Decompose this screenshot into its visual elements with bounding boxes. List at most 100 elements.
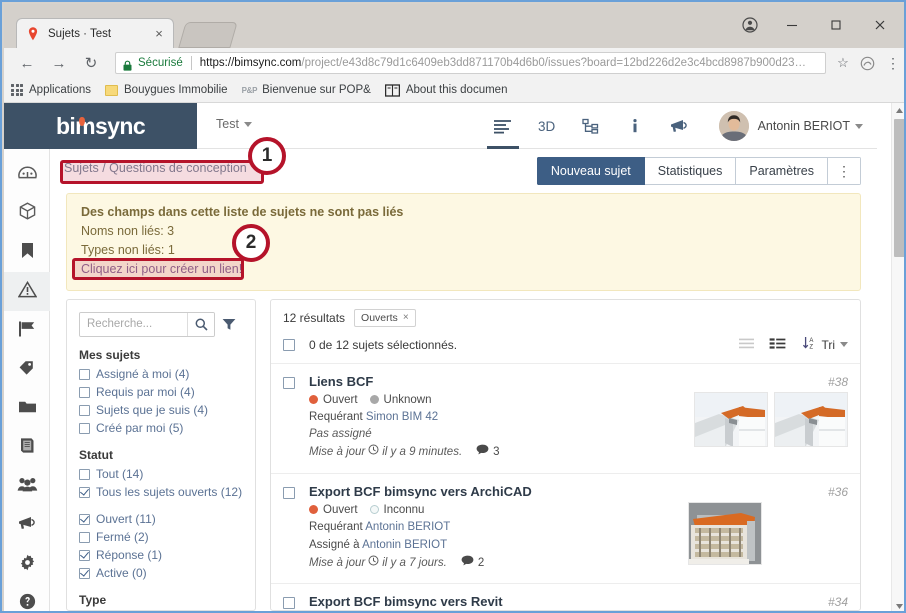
issue-title[interactable]: Export BCF bimsync vers ArchiCAD	[309, 484, 688, 499]
requester-name[interactable]: Antonin BERIOT	[365, 521, 450, 533]
url-domain: https://bimsync.com	[199, 57, 302, 69]
sidebar-item-models[interactable]	[4, 194, 50, 233]
checkbox[interactable]	[79, 531, 90, 543]
sidebar-item-documents[interactable]	[4, 389, 50, 428]
tab-info[interactable]	[613, 103, 657, 149]
sidebar-item-settings[interactable]	[4, 545, 50, 584]
bookmark-applications[interactable]: Applications	[4, 78, 98, 102]
sidebar-item-news[interactable]	[4, 506, 50, 545]
checkbox[interactable]	[79, 549, 90, 561]
checkbox[interactable]	[79, 513, 90, 525]
filter-ferme[interactable]: Fermé (2)	[79, 529, 243, 546]
tab-announcements[interactable]	[657, 103, 701, 149]
thumbnail[interactable]	[688, 501, 762, 565]
sidebar-item-flags[interactable]	[4, 311, 50, 350]
tab-3d-viewer[interactable]: 3D	[525, 103, 569, 149]
checkbox[interactable]	[79, 386, 90, 398]
requester-name[interactable]: Simon BIM 42	[366, 411, 438, 423]
issue-checkbox[interactable]	[283, 376, 295, 389]
sidebar-item-issues[interactable]	[4, 272, 50, 311]
assignee-name[interactable]: Antonin BERIOT	[362, 539, 447, 551]
bimsync-logo[interactable]: bimsync	[4, 103, 197, 149]
sort-control[interactable]: A Z Tri	[802, 336, 848, 353]
maximize-button[interactable]	[814, 10, 858, 40]
close-icon[interactable]: ×	[403, 312, 409, 323]
back-button[interactable]: ←	[13, 49, 41, 77]
checkbox[interactable]	[79, 486, 90, 498]
folder-icon	[105, 84, 119, 96]
forward-button[interactable]: →	[45, 49, 73, 77]
page-scrollbar[interactable]	[891, 103, 904, 611]
sidebar-item-bookmarks[interactable]	[4, 233, 50, 272]
more-actions-icon[interactable]: ⋮	[828, 157, 861, 185]
users-icon	[17, 476, 38, 497]
select-all-checkbox[interactable]	[283, 338, 295, 351]
close-icon[interactable]: ×	[151, 26, 167, 42]
updated-prefix: Mise à jour	[309, 446, 366, 459]
extension-icon[interactable]	[854, 56, 880, 71]
issue-title[interactable]: Export BCF bimsync vers Revit	[309, 594, 694, 609]
settings-button[interactable]: Paramètres	[736, 157, 828, 185]
tab-model-tree[interactable]	[569, 103, 613, 149]
issue-title[interactable]: Liens BCF	[309, 374, 694, 389]
checkbox[interactable]	[79, 404, 90, 416]
comment-count: 3	[476, 444, 500, 462]
funnel-icon[interactable]	[215, 318, 243, 331]
issue-card[interactable]: Export BCF bimsync vers Revit Ouvert Inc…	[271, 584, 860, 610]
sidebar-item-labels[interactable]	[4, 350, 50, 389]
issue-checkbox[interactable]	[283, 597, 295, 610]
bookmark-icon	[21, 242, 34, 264]
issue-checkbox[interactable]	[283, 486, 295, 499]
statistics-button[interactable]: Statistiques	[644, 157, 737, 185]
detail-view-icon[interactable]	[769, 336, 786, 354]
tab-issues[interactable]	[481, 103, 525, 149]
checkbox[interactable]	[79, 567, 90, 579]
new-issue-button[interactable]: Nouveau sujet	[536, 157, 645, 185]
bookmark-pop[interactable]: P&P Bienvenue sur POP&	[235, 78, 378, 102]
profile-icon[interactable]	[730, 10, 770, 40]
active-filter-chip[interactable]: Ouverts ×	[354, 308, 416, 327]
thumbnail[interactable]	[774, 391, 848, 447]
scroll-up-icon[interactable]	[892, 103, 904, 117]
browser-menu-icon[interactable]: ⋮	[880, 56, 904, 70]
issue-card[interactable]: Export BCF bimsync vers ArchiCAD Ouvert …	[271, 474, 860, 585]
filter-created-by-me[interactable]: Créé par moi (5)	[79, 420, 243, 437]
sidebar-item-dashboard[interactable]	[4, 155, 50, 194]
project-selector[interactable]: Test	[216, 117, 252, 131]
search-input[interactable]	[80, 312, 187, 336]
new-tab-button[interactable]	[178, 22, 238, 48]
minimize-button[interactable]	[770, 10, 814, 40]
filter-ouvert[interactable]: Ouvert (11)	[79, 511, 243, 528]
filter-reponse[interactable]: Réponse (1)	[79, 547, 243, 564]
sidebar-item-library[interactable]	[4, 428, 50, 467]
search-box[interactable]	[79, 311, 215, 337]
search-icon[interactable]	[187, 312, 214, 336]
bookmark-about-document[interactable]: About this documen	[378, 78, 515, 102]
filter-assigned-to-me[interactable]: Assigné à moi (4)	[79, 366, 243, 383]
filter-required-by-me[interactable]: Requis par moi (4)	[79, 384, 243, 401]
filter-active[interactable]: Active (0)	[79, 565, 243, 582]
bookmark-bouygues[interactable]: Bouygues Immobilie	[98, 78, 235, 102]
bookmarks-bar: Applications Bouygues Immobilie P&P Bien…	[4, 78, 904, 103]
close-button[interactable]	[858, 10, 902, 40]
filter-following[interactable]: Sujets que je suis (4)	[79, 402, 243, 419]
filter-all-open[interactable]: Tous les sujets ouverts (12)	[79, 484, 243, 501]
reload-button[interactable]: ↻	[77, 49, 105, 77]
address-bar[interactable]: Sécurisé https://bimsync.com/project/e43…	[115, 52, 826, 74]
user-menu[interactable]: Antonin BERIOT	[701, 103, 877, 149]
bookmark-star-icon[interactable]: ☆	[832, 55, 854, 71]
sidebar-item-members[interactable]	[4, 467, 50, 506]
checkbox[interactable]	[79, 422, 90, 434]
browser-tab[interactable]: Sujets · Test ×	[16, 18, 174, 48]
create-link-action[interactable]: Cliquez ici pour créer un lien!	[81, 262, 242, 276]
scrollbar-thumb[interactable]	[894, 119, 904, 257]
checkbox[interactable]	[79, 468, 90, 480]
breadcrumb[interactable]: Sujets / Questions de conception	[64, 161, 260, 175]
checkbox[interactable]	[79, 368, 90, 380]
filter-all[interactable]: Tout (14)	[79, 466, 243, 483]
issue-card[interactable]: Liens BCF Ouvert Unknown Requérant Simon…	[271, 364, 860, 474]
list-view-icon[interactable]	[738, 336, 755, 354]
scroll-down-icon[interactable]	[892, 599, 904, 611]
sidebar-item-help[interactable]	[4, 584, 50, 611]
thumbnail[interactable]	[694, 391, 768, 447]
